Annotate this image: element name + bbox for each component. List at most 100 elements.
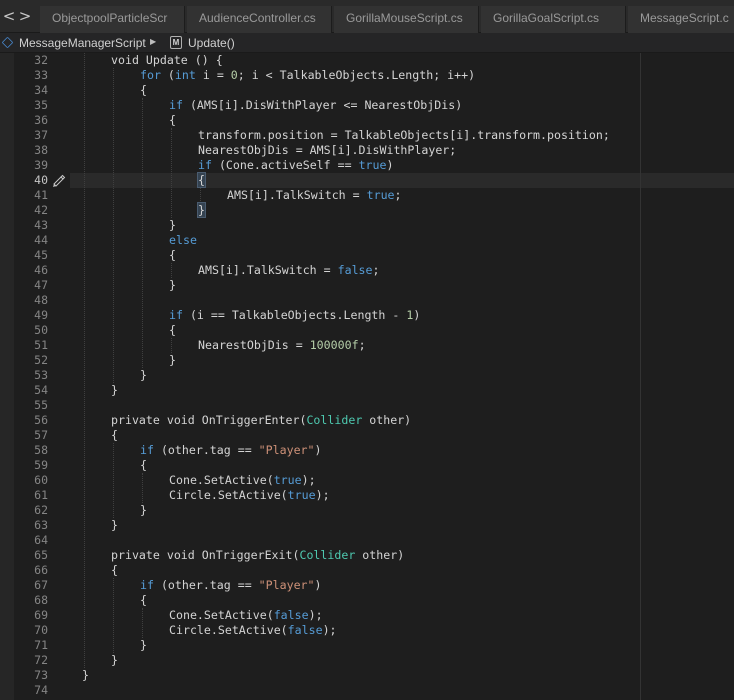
code-line: AMS[i].TalkSwitch = true; (227, 188, 402, 203)
line-number: 36 (34, 113, 48, 127)
code-token: ); (301, 473, 316, 487)
code-token: } (140, 368, 147, 382)
code-editor[interactable]: 32 33 34 35 36 37 38 39 40 41 42 43 44 45 46 47 48 49 50 51… (0, 53, 734, 700)
tab-label: GorillaMouseScript.cs (346, 11, 463, 25)
code-line: private void OnTriggerEnter(Collider oth… (111, 413, 411, 428)
indent-guide (142, 473, 143, 503)
line-number: 39 (34, 158, 48, 172)
code-line: { (197, 172, 206, 188)
code-token: { (140, 593, 147, 607)
code-token: { (140, 83, 147, 97)
code-token: } (169, 218, 176, 232)
code-token: other) (362, 413, 412, 427)
code-token: false (337, 263, 373, 277)
code-line: { (111, 563, 118, 578)
code-line: Cone.SetActive(true); (169, 473, 316, 488)
line-number: 65 (34, 548, 48, 562)
indent-guide (84, 53, 85, 668)
tab-gorilla-mouse-script[interactable]: GorillaMouseScript.cs (334, 6, 479, 33)
back-arrow-icon[interactable]: < (2, 7, 16, 25)
code-token: ) (386, 158, 394, 172)
breadcrumb-method[interactable]: Update() (188, 36, 235, 50)
line-number: 43 (34, 218, 48, 232)
indent-guide (142, 98, 143, 368)
line-number: 70 (34, 623, 48, 637)
code-line: } (140, 368, 147, 383)
code-line: } (140, 638, 147, 653)
code-token: true (287, 488, 316, 502)
code-line: else (169, 233, 197, 248)
code-token: "Player" (258, 578, 315, 592)
code-token: ) (314, 443, 322, 457)
line-number: 44 (34, 233, 48, 247)
line-number: 37 (34, 128, 48, 142)
line-number: 68 (34, 593, 48, 607)
tab-objectpool-particle-script[interactable]: ObjectpoolParticleScr (40, 6, 185, 33)
code-line: } (169, 278, 176, 293)
code-line: NearestObjDis = 100000f; (198, 338, 366, 353)
tab-label: ObjectpoolParticleScr (52, 11, 168, 25)
code-token: Update () { (138, 53, 223, 67)
indent-guide (142, 608, 143, 638)
code-token: int (174, 68, 196, 82)
tab-gorilla-goal-script[interactable]: GorillaGoalScript.cs (481, 6, 626, 33)
code-line: if (AMS[i].DisWithPlayer <= NearestObjDi… (169, 98, 462, 113)
code-token: } (111, 653, 118, 667)
code-token: ) (413, 308, 421, 322)
code-area[interactable]: void Update () {for (int i = 0; i < Talk… (70, 53, 734, 700)
pencil-edit-icon[interactable] (51, 173, 67, 188)
code-token: if (140, 578, 154, 592)
code-token: } (140, 503, 147, 517)
code-token: { (169, 113, 176, 127)
indent-guide (113, 578, 114, 653)
breadcrumb-class[interactable]: MessageManagerScript (19, 36, 146, 50)
code-token: private void (111, 548, 195, 562)
code-line: NearestObjDis = AMS[i].DisWithPlayer; (198, 143, 456, 158)
line-number: 50 (34, 323, 48, 337)
code-line: if (other.tag == "Player") (140, 578, 322, 593)
code-line: { (169, 248, 176, 263)
code-line: } (197, 202, 206, 218)
code-token: if (140, 443, 154, 457)
code-token: NearestObjDis = AMS[i].DisWithPlayer; (198, 143, 457, 157)
code-line: } (111, 518, 118, 533)
code-line: if (Cone.activeSelf == true) (198, 158, 393, 173)
forward-arrow-icon[interactable]: > (18, 7, 32, 25)
tab-audience-controller[interactable]: AudienceController.cs (187, 6, 332, 33)
line-number: 57 (34, 428, 48, 442)
code-token: ; (394, 188, 402, 202)
line-number: 32 (34, 53, 48, 67)
line-number: 45 (34, 248, 48, 262)
line-number: 34 (34, 83, 48, 97)
line-number: 54 (34, 383, 48, 397)
code-token: ( (160, 68, 175, 82)
code-line: } (111, 653, 118, 668)
code-token: Cone.SetActive( (169, 608, 274, 622)
code-line: } (82, 668, 89, 683)
code-line: private void OnTriggerExit(Collider othe… (111, 548, 404, 563)
diamond-class-icon (1, 36, 14, 49)
line-number: 52 (34, 353, 48, 367)
indent-guide (113, 443, 114, 518)
code-token: (Cone.activeSelf == (211, 158, 359, 172)
code-token: for (140, 68, 161, 82)
line-number: 60 (34, 473, 48, 487)
code-token: false (273, 608, 309, 622)
code-line: Cone.SetActive(false); (169, 608, 323, 623)
tab-message-script[interactable]: MessageScript.c (628, 6, 734, 33)
tab-strip: ObjectpoolParticleScr AudienceController… (40, 6, 734, 33)
code-token: Circle.SetActive( (169, 623, 288, 637)
code-token: (i == TalkableObjects.Length - (182, 308, 407, 322)
line-number: 73 (34, 668, 48, 682)
line-number: 42 (34, 203, 48, 217)
line-number: 58 (34, 443, 48, 457)
code-token: { (140, 458, 147, 472)
code-token: OnTriggerExit( (194, 548, 300, 562)
matched-brace: } (197, 202, 206, 218)
code-token: true (358, 158, 387, 172)
code-line: } (111, 383, 118, 398)
code-line: } (169, 353, 176, 368)
code-token: Collider (299, 548, 356, 562)
code-line: Circle.SetActive(true); (169, 488, 330, 503)
method-icon: M (170, 36, 182, 49)
